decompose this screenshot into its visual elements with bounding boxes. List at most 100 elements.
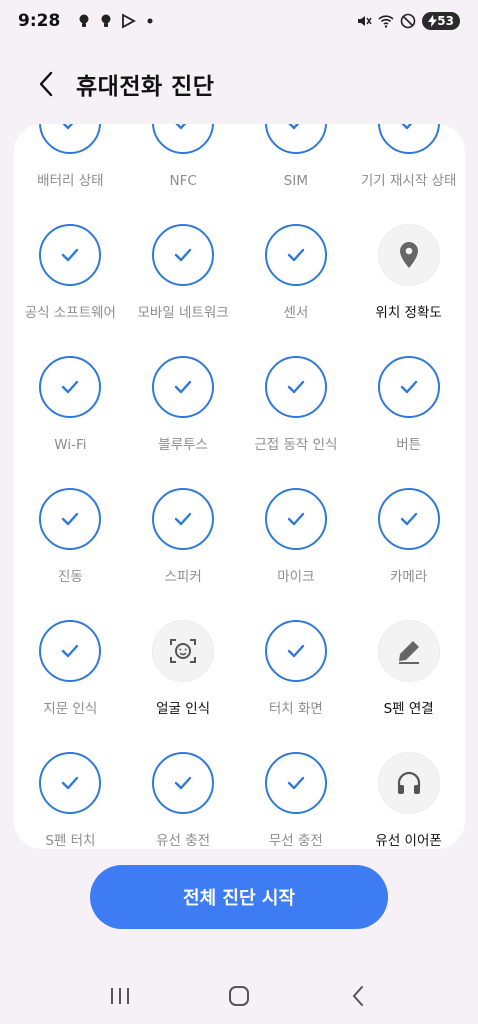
recent-apps-icon <box>110 988 129 1004</box>
diagnostic-item[interactable]: 카메라 <box>352 456 465 588</box>
diagnostic-item[interactable]: 지문 인식 <box>14 588 127 720</box>
diagnostic-item[interactable]: 모바일 네트워크 <box>127 192 240 324</box>
status-circle-complete <box>264 224 327 286</box>
diagnostic-item[interactable]: 센서 <box>240 192 353 324</box>
status-circle-complete <box>264 124 327 154</box>
face-scan-icon <box>168 636 198 666</box>
diagnostic-label: 유선 이어폰 <box>375 833 442 849</box>
chevron-left-icon <box>39 71 53 97</box>
diagnostics-grid: 배터리 상태 NFC SIM 기기 재시작 상태공식 소프트웨어 모바일 네트워크 센서 위… <box>14 124 465 849</box>
diagnostic-item[interactable]: 터치 화면 <box>240 588 353 720</box>
status-circle-complete <box>152 488 215 550</box>
back-nav-button[interactable] <box>338 976 378 1016</box>
check-icon <box>59 244 81 266</box>
status-circle-complete <box>377 356 440 418</box>
diagnostic-label: S펜 터치 <box>45 833 96 849</box>
status-circle-complete <box>39 356 102 418</box>
diagnostic-item[interactable]: 기기 재시작 상태 <box>352 124 465 192</box>
back-button[interactable] <box>24 62 68 106</box>
check-icon <box>172 508 194 530</box>
status-circle-pending <box>377 224 440 286</box>
mute-icon <box>358 16 372 26</box>
check-icon <box>59 772 81 794</box>
check-icon <box>285 772 307 794</box>
diagnostic-item[interactable]: NFC <box>127 124 240 192</box>
diagnostic-item[interactable]: 마이크 <box>240 456 353 588</box>
charging-bolt-icon <box>428 15 438 27</box>
recent-apps-button[interactable] <box>100 976 140 1016</box>
diagnostic-item[interactable]: Wi-Fi <box>14 324 127 456</box>
diagnostic-label: 무선 충전 <box>268 833 323 849</box>
diagnostic-item[interactable]: S펜 터치 <box>14 720 127 849</box>
battery-indicator: 53 <box>422 12 460 30</box>
status-circle-pending <box>377 752 440 814</box>
back-arrow-icon <box>352 986 364 1006</box>
diagnostic-item[interactable]: S펜 연결 <box>352 588 465 720</box>
header: 휴대전화 진단 <box>0 62 478 106</box>
diagnostic-item[interactable]: 진동 <box>14 456 127 588</box>
status-circle-complete <box>264 620 327 682</box>
diagnostic-item[interactable]: 버튼 <box>352 324 465 456</box>
diagnostic-label: S펜 연결 <box>383 701 434 717</box>
lightbulb-icon <box>101 14 111 27</box>
diagnostic-item[interactable]: 유선 충전 <box>127 720 240 849</box>
diagnostic-item[interactable]: 배터리 상태 <box>14 124 127 192</box>
check-icon <box>285 376 307 398</box>
diagnostic-item[interactable]: 블루투스 <box>127 324 240 456</box>
status-circle-complete <box>264 752 327 814</box>
diagnostic-item[interactable]: 위치 정확도 <box>352 192 465 324</box>
status-circle-complete <box>152 224 215 286</box>
home-button[interactable] <box>219 976 259 1016</box>
location-pin-icon <box>396 240 422 270</box>
diagnostic-label: 터치 화면 <box>268 701 323 717</box>
diagnostic-label: 마이크 <box>277 569 315 585</box>
diagnostic-item[interactable]: SIM <box>240 124 353 192</box>
status-circle-pending <box>152 620 215 682</box>
status-circle-complete <box>39 124 102 154</box>
diagnostic-item[interactable]: 스피커 <box>127 456 240 588</box>
check-icon <box>172 772 194 794</box>
do-not-disturb-icon <box>400 13 416 29</box>
diagnostic-item[interactable]: 얼굴 인식 <box>127 588 240 720</box>
diagnostic-item[interactable]: 무선 충전 <box>240 720 353 849</box>
navigation-bar <box>0 970 478 1022</box>
notification-dot-icon <box>147 18 153 24</box>
diagnostic-label: 모바일 네트워크 <box>137 305 229 321</box>
status-circle-complete <box>152 752 215 814</box>
check-icon <box>398 508 420 530</box>
status-circle-complete <box>264 488 327 550</box>
check-icon <box>59 640 81 662</box>
status-time: 9:28 <box>18 11 61 31</box>
diagnostic-label: 블루투스 <box>158 437 208 453</box>
diagnostic-label: 얼굴 인식 <box>156 701 211 717</box>
status-circle-complete <box>377 124 440 154</box>
status-circle-complete <box>39 224 102 286</box>
status-circle-complete <box>264 356 327 418</box>
check-icon <box>59 508 81 530</box>
check-icon <box>172 376 194 398</box>
diagnostic-label: 버튼 <box>396 437 422 453</box>
diagnostic-label: Wi-Fi <box>54 437 87 453</box>
status-bar: 9:28 53 <box>0 0 478 42</box>
diagnostic-item[interactable]: 유선 이어폰 <box>352 720 465 849</box>
status-circle-complete <box>39 752 102 814</box>
diagnostic-label: 유선 충전 <box>156 833 211 849</box>
check-icon <box>172 124 194 134</box>
status-circle-complete <box>377 488 440 550</box>
diagnostic-item[interactable]: 공식 소프트웨어 <box>14 192 127 324</box>
diagnostic-label: SIM <box>283 173 308 189</box>
diagnostic-label: 스피커 <box>164 569 202 585</box>
status-circle-pending <box>377 620 440 682</box>
check-icon <box>59 124 81 134</box>
diagnostic-label: NFC <box>169 173 197 189</box>
check-icon <box>172 244 194 266</box>
pen-icon <box>394 636 424 666</box>
start-all-diagnostics-button[interactable]: 전체 진단 시작 <box>90 865 388 929</box>
wifi-icon <box>378 15 394 28</box>
diagnostic-item[interactable]: 근접 동작 인식 <box>240 324 353 456</box>
diagnostic-label: 공식 소프트웨어 <box>24 305 116 321</box>
status-circle-complete <box>152 356 215 418</box>
check-icon <box>59 376 81 398</box>
page-title: 휴대전화 진단 <box>76 74 215 100</box>
check-icon <box>398 376 420 398</box>
